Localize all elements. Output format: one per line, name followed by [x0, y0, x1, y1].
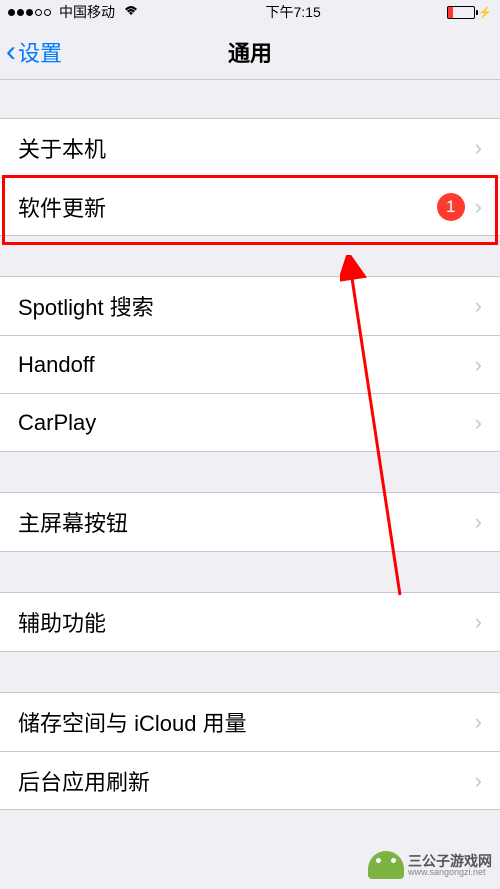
watermark: 三公子游戏网 www.sangongzi.net	[368, 851, 492, 879]
settings-row[interactable]: 主屏幕按钮›	[0, 493, 500, 551]
watermark-url: www.sangongzi.net	[408, 868, 492, 877]
settings-row[interactable]: 关于本机›	[0, 119, 500, 177]
navigation-bar: ‹ 设置 通用	[0, 24, 500, 80]
chevron-right-icon: ›	[475, 293, 482, 319]
settings-row[interactable]: 软件更新1 ›	[0, 177, 500, 235]
watermark-logo-icon	[368, 851, 404, 879]
row-label: 辅助功能	[18, 606, 475, 638]
battery-icon	[447, 6, 475, 19]
settings-row[interactable]: Handoff›	[0, 335, 500, 393]
chevron-right-icon: ›	[475, 709, 482, 735]
row-label: CarPlay	[18, 410, 475, 436]
chevron-right-icon: ›	[475, 194, 482, 220]
status-time: 下午7:15	[266, 2, 321, 22]
row-label: Handoff	[18, 352, 475, 378]
signal-strength-icon	[8, 9, 51, 16]
status-right: ⚡	[447, 6, 492, 19]
wifi-icon	[123, 4, 139, 20]
settings-row[interactable]: 储存空间与 iCloud 用量›	[0, 693, 500, 751]
row-label: Spotlight 搜索	[18, 290, 475, 322]
row-label: 关于本机	[18, 132, 475, 164]
row-label: 主屏幕按钮	[18, 506, 475, 538]
chevron-right-icon: ›	[475, 135, 482, 161]
settings-row[interactable]: Spotlight 搜索›	[0, 277, 500, 335]
status-left: 中国移动	[8, 2, 139, 22]
status-bar: 中国移动 下午7:15 ⚡	[0, 0, 500, 24]
chevron-right-icon: ›	[475, 509, 482, 535]
settings-row[interactable]: 后台应用刷新›	[0, 751, 500, 809]
settings-section: Spotlight 搜索›Handoff›CarPlay›	[0, 276, 500, 452]
settings-section: 辅助功能›	[0, 592, 500, 652]
watermark-name: 三公子游戏网	[408, 854, 492, 868]
notification-badge: 1	[437, 193, 465, 221]
page-title: 通用	[228, 36, 272, 68]
settings-section: 关于本机›软件更新1›	[0, 118, 500, 236]
row-label: 后台应用刷新	[18, 765, 475, 797]
settings-row[interactable]: CarPlay›	[0, 393, 500, 451]
row-label: 储存空间与 iCloud 用量	[18, 706, 475, 738]
charging-icon: ⚡	[478, 6, 492, 19]
chevron-left-icon: ‹	[6, 35, 16, 69]
chevron-right-icon: ›	[475, 768, 482, 794]
chevron-right-icon: ›	[475, 410, 482, 436]
back-button[interactable]: ‹ 设置	[0, 35, 62, 69]
settings-row[interactable]: 辅助功能›	[0, 593, 500, 651]
chevron-right-icon: ›	[475, 352, 482, 378]
carrier-label: 中国移动	[59, 2, 115, 22]
settings-section: 主屏幕按钮›	[0, 492, 500, 552]
row-label: 软件更新	[18, 191, 437, 223]
settings-section: 储存空间与 iCloud 用量›后台应用刷新›	[0, 692, 500, 810]
back-label: 设置	[18, 36, 62, 68]
chevron-right-icon: ›	[475, 609, 482, 635]
